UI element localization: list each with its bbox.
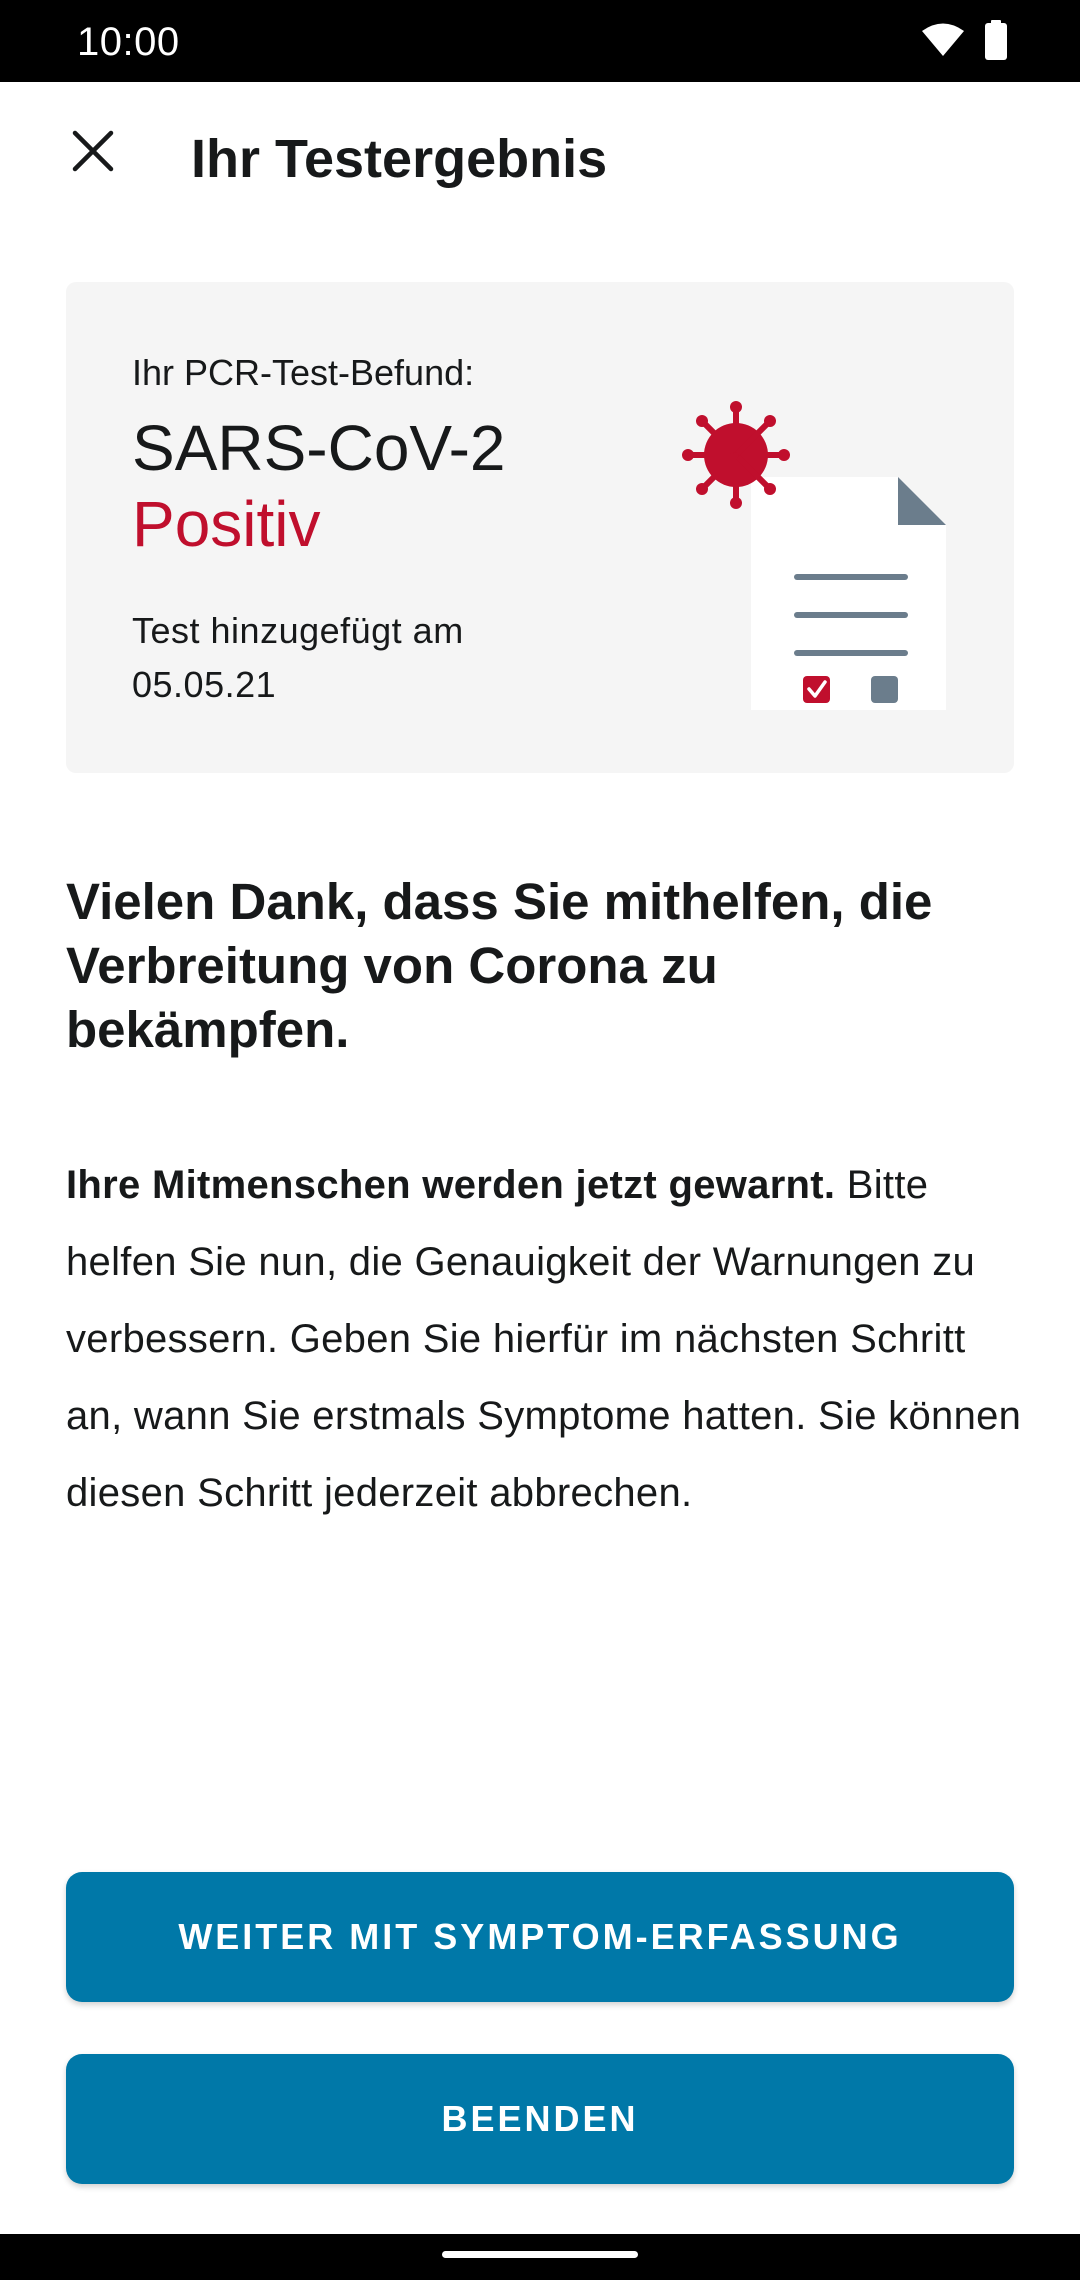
close-icon [71, 129, 115, 178]
test-result-status: Positiv [132, 488, 321, 560]
navigation-bar [0, 2234, 1080, 2280]
test-result-label: Ihr PCR-Test-Befund: [132, 352, 475, 393]
wifi-icon [921, 23, 965, 62]
finish-button[interactable]: BEENDEN [66, 2054, 1014, 2184]
test-date: Test hinzugefügt am 05.05.21 [132, 604, 572, 712]
body-text: Ihre Mitmenschen werden jetzt gewarnt. B… [66, 1147, 1026, 1532]
status-time: 10:00 [77, 20, 180, 64]
close-button[interactable] [60, 120, 126, 186]
test-date-label: Test hinzugefügt am [132, 610, 464, 651]
virus-name: SARS-CoV-2 [132, 412, 506, 484]
test-document-virus-icon [656, 392, 956, 722]
body-text-emphasis: Ihre Mitmenschen werden jetzt gewarnt. [66, 1163, 836, 1207]
home-handle[interactable] [442, 2251, 638, 2258]
page-title: Ihr Testergebnis [191, 129, 608, 189]
status-icons [921, 19, 1007, 65]
continue-symptom-button[interactable]: WEITER MIT SYMPTOM-ERFASSUNG [66, 1872, 1014, 2002]
toolbar: Ihr Testergebnis [0, 82, 1080, 242]
battery-icon [985, 19, 1007, 65]
body-text-content: Bitte helfen Sie nun, die Genauigkeit de… [66, 1163, 1022, 1515]
test-date-value: 05.05.21 [132, 664, 277, 705]
thank-you-headline: Vielen Dank, dass Sie mithelfen, die Ver… [66, 873, 933, 1058]
status-bar: 10:00 [0, 0, 1080, 82]
test-result-card: Ihr PCR-Test-Befund: SARS-CoV-2 Positiv … [66, 282, 1014, 773]
